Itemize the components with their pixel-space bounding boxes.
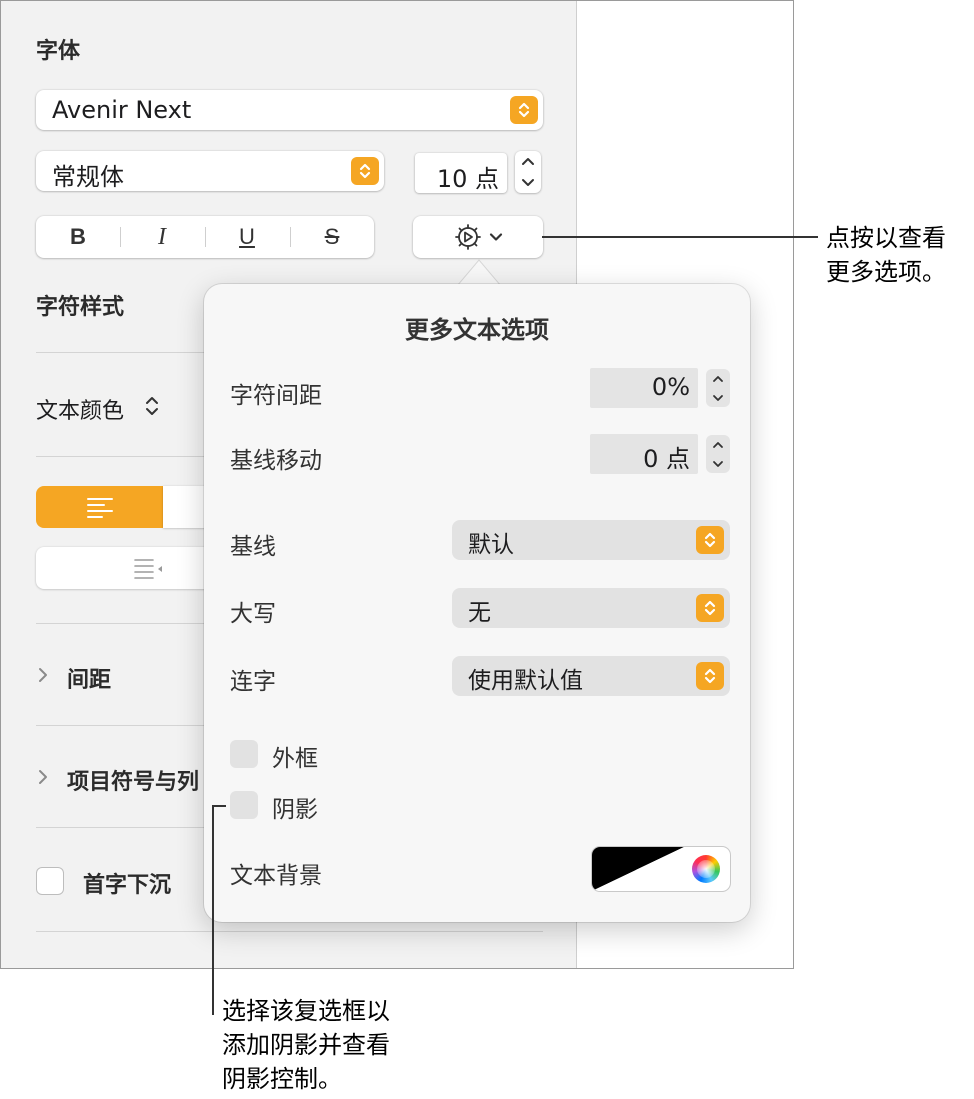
- gear-callout: 点按以查看 更多选项。: [826, 221, 946, 289]
- chevron-right-icon[interactable]: [37, 667, 49, 683]
- popover-arrow: [457, 259, 501, 286]
- underline-button[interactable]: U: [205, 216, 289, 258]
- capitalization-popup[interactable]: 无: [452, 588, 730, 628]
- capitalization-value: 无: [468, 600, 491, 626]
- baseline-label: 基线: [230, 534, 276, 560]
- baseline-shift-stepper[interactable]: [706, 435, 730, 473]
- shadow-callout-leader: [212, 805, 214, 1015]
- shadow-checkbox[interactable]: [230, 791, 258, 819]
- updown-chevron-icon[interactable]: [144, 394, 160, 418]
- gear-callout-leader: [542, 236, 818, 238]
- font-section-title: 字体: [36, 39, 81, 64]
- bullets-lists-disclosure-label[interactable]: 项目符号与列: [67, 764, 199, 796]
- color-swatch[interactable]: [592, 847, 684, 891]
- decrement-arrow-icon[interactable]: [706, 454, 730, 473]
- ligatures-label: 连字: [230, 669, 276, 695]
- character-styles-label: 字符样式: [36, 295, 125, 320]
- updown-chevron-icon: [351, 157, 379, 185]
- increment-arrow-icon[interactable]: [706, 435, 730, 454]
- align-left-button[interactable]: [36, 486, 163, 528]
- increment-arrow-icon[interactable]: [706, 369, 730, 388]
- font-family-popup[interactable]: Avenir Next: [36, 90, 543, 130]
- baseline-shift-value: 0 点: [643, 445, 690, 473]
- ligatures-popup[interactable]: 使用默认值: [452, 656, 730, 696]
- capitalization-label: 大写: [230, 601, 276, 627]
- text-background-color-well[interactable]: [592, 847, 730, 891]
- decrement-arrow-icon[interactable]: [515, 172, 541, 193]
- baseline-value: 默认: [468, 532, 514, 558]
- font-style-segmented-control: B I U S: [36, 216, 374, 258]
- typeface-popup[interactable]: 常规体: [36, 151, 384, 191]
- more-text-options-popover: 更多文本选项 字符间距 0% 基线移动 0 点 基线 默认 大写 无 连字 使用…: [204, 284, 750, 922]
- color-wheel-icon[interactable]: [692, 855, 720, 883]
- section-divider: [36, 931, 543, 932]
- outline-checkbox[interactable]: [230, 740, 258, 768]
- decrease-indent-button[interactable]: [36, 547, 216, 589]
- updown-chevron-icon: [696, 662, 724, 690]
- character-spacing-stepper[interactable]: [706, 369, 730, 407]
- chevron-right-icon[interactable]: [37, 769, 49, 785]
- shadow-callout-line: 添加阴影并查看: [222, 1031, 390, 1059]
- chevron-down-icon: [489, 233, 503, 241]
- font-size-stepper[interactable]: [515, 151, 541, 193]
- shadow-callout-line: 阴影控制。: [222, 1065, 342, 1093]
- updown-chevron-icon: [510, 96, 538, 124]
- bold-button[interactable]: B: [36, 216, 120, 258]
- text-color-label[interactable]: 文本颜色: [36, 393, 124, 425]
- align-left-icon: [86, 498, 113, 518]
- popover-title: 更多文本选项: [405, 316, 549, 344]
- outline-label: 外框: [272, 746, 318, 772]
- updown-chevron-icon: [696, 594, 724, 622]
- updown-chevron-icon: [696, 526, 724, 554]
- shadow-callout-line: 选择该复选框以: [222, 997, 390, 1025]
- drop-cap-checkbox[interactable]: [36, 867, 64, 895]
- font-size-field[interactable]: 10 点: [415, 153, 507, 193]
- baseline-shift-field[interactable]: 0 点: [590, 434, 698, 474]
- gear-icon: [455, 224, 481, 250]
- decrement-arrow-icon[interactable]: [706, 388, 730, 407]
- indent-decrease-icon: [134, 559, 162, 579]
- shadow-callout: 选择该复选框以 添加阴影并查看 阴影控制。: [222, 994, 390, 1096]
- shadow-callout-leader-tick: [212, 805, 226, 807]
- text-background-label: 文本背景: [230, 863, 322, 889]
- strikethrough-button[interactable]: S: [290, 216, 374, 258]
- increment-arrow-icon[interactable]: [515, 151, 541, 172]
- shadow-label: 阴影: [272, 797, 318, 823]
- baseline-popup[interactable]: 默认: [452, 520, 730, 560]
- ligatures-value: 使用默认值: [468, 668, 583, 694]
- gear-callout-line: 更多选项。: [826, 258, 946, 286]
- font-size-value: 10 点: [436, 165, 499, 193]
- typeface-value: 常规体: [52, 163, 124, 191]
- baseline-shift-label: 基线移动: [230, 448, 322, 474]
- character-spacing-field[interactable]: 0%: [590, 368, 698, 408]
- italic-button[interactable]: I: [120, 216, 204, 258]
- drop-cap-label: 首字下沉: [83, 873, 172, 898]
- advanced-options-button[interactable]: [413, 216, 543, 258]
- gear-callout-line: 点按以查看: [826, 224, 946, 252]
- character-spacing-value: 0%: [651, 373, 690, 401]
- character-spacing-label: 字符间距: [230, 383, 322, 409]
- font-family-value: Avenir Next: [52, 96, 192, 124]
- spacing-disclosure-label[interactable]: 间距: [67, 662, 111, 694]
